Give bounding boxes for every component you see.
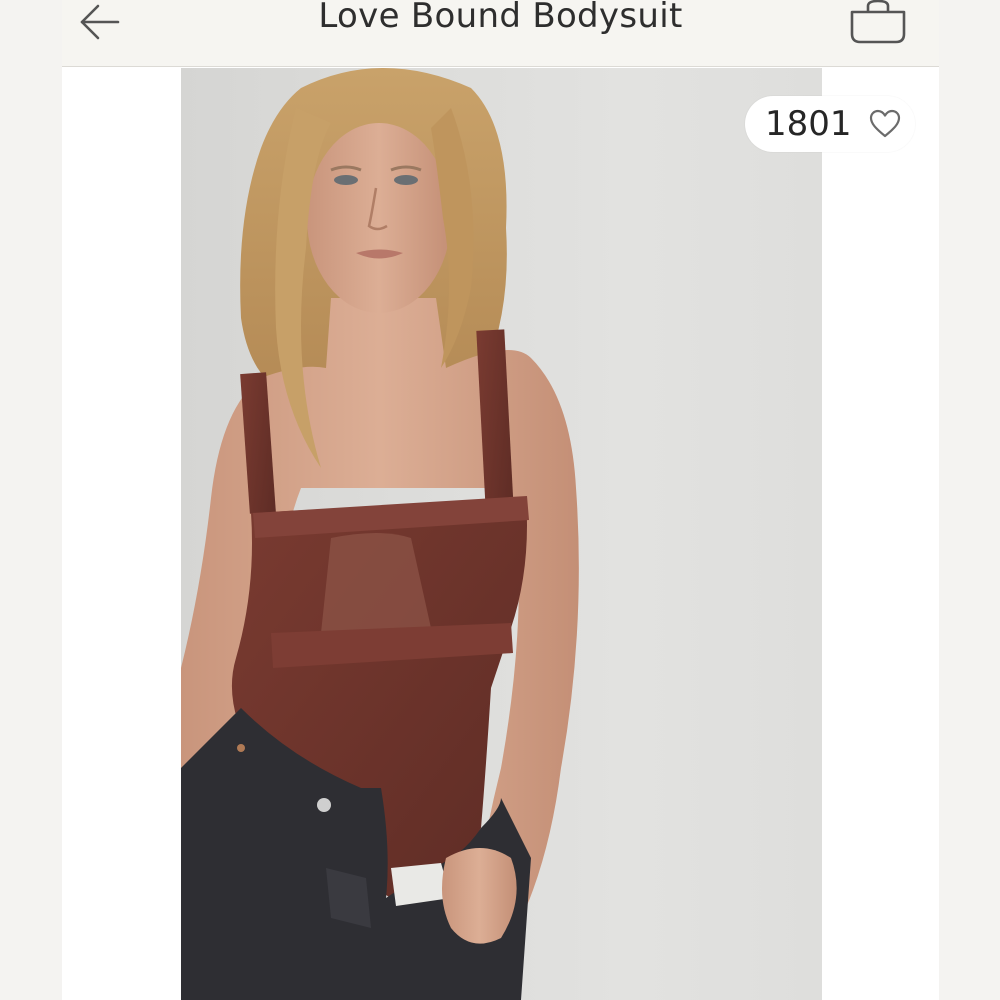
heart-outline-icon <box>869 109 901 138</box>
shopping-bag-icon <box>850 0 906 44</box>
like-button[interactable]: 1801 <box>745 96 915 152</box>
header-bar: Love Bound Bodysuit <box>62 0 939 67</box>
product-image[interactable] <box>181 68 822 1000</box>
app-frame: Love Bound Bodysuit 1801 <box>62 0 939 1000</box>
arrow-left-icon <box>80 4 120 40</box>
like-count: 1801 <box>765 104 852 144</box>
model-photo <box>181 68 579 1000</box>
page-title: Love Bound Bodysuit <box>318 0 683 36</box>
back-button[interactable] <box>78 2 122 42</box>
shopping-bag-button[interactable] <box>848 0 908 46</box>
